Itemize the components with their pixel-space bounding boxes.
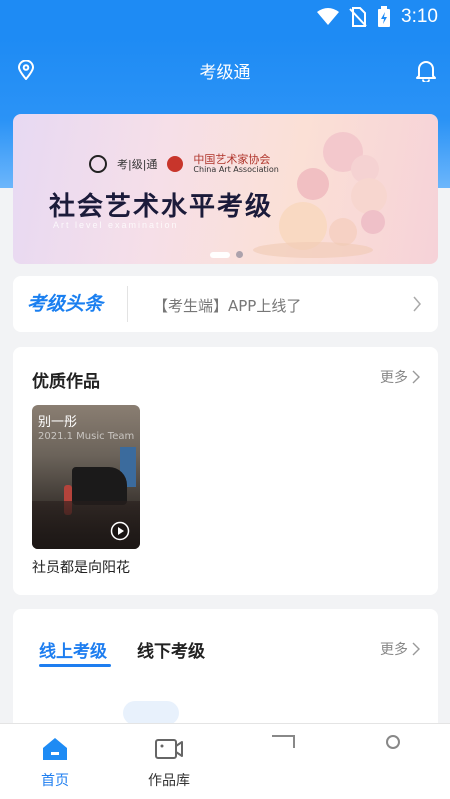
banner-logo-right: 中国艺术家协会 China Art Association bbox=[193, 153, 279, 175]
work-overlay-title: 别一彤 bbox=[38, 415, 78, 430]
banner-subtitle: Art level examination bbox=[53, 220, 179, 230]
user-icon bbox=[386, 735, 400, 749]
news-brand: 考级头条 bbox=[27, 293, 104, 315]
tab-profile[interactable] bbox=[348, 734, 438, 758]
chevron-right-icon bbox=[413, 296, 421, 312]
battery-charging-icon bbox=[378, 6, 391, 27]
status-icons: 3:10 bbox=[317, 6, 438, 28]
active-tab-indicator bbox=[39, 664, 111, 667]
tab-home[interactable]: 首页 bbox=[10, 736, 100, 790]
page-title: 考级通 bbox=[199, 63, 251, 83]
home-icon bbox=[43, 738, 67, 760]
news-ticker[interactable]: 考级头条 【考生端】APP上线了 bbox=[13, 276, 438, 332]
piano-shape bbox=[72, 467, 127, 505]
more-label: 更多 bbox=[380, 642, 408, 658]
carousel-dot-active bbox=[210, 251, 230, 258]
tab-label: 作品库 bbox=[148, 773, 190, 789]
work-caption[interactable]: 社员都是向阳花 bbox=[32, 557, 130, 577]
carousel-dot bbox=[236, 251, 243, 258]
association-logo-icon bbox=[167, 156, 184, 173]
tab-offline-exam[interactable]: 线下考级 bbox=[137, 637, 205, 662]
bell-icon[interactable] bbox=[416, 60, 436, 82]
status-time: 3:10 bbox=[401, 6, 438, 27]
banner-logos: 考|级|通 中国艺术家协会 China Art Association bbox=[89, 153, 279, 175]
chevron-right-icon bbox=[412, 370, 420, 384]
tab-label: 首页 bbox=[41, 773, 69, 789]
banner-logo-left-text: 考|级|通 bbox=[117, 158, 158, 172]
carousel-indicator bbox=[210, 251, 243, 258]
more-link[interactable]: 更多 bbox=[380, 639, 420, 659]
divider bbox=[127, 286, 128, 322]
no-sim-icon bbox=[349, 7, 367, 27]
kaojitong-logo-icon bbox=[89, 155, 107, 174]
tab-partial[interactable] bbox=[238, 734, 328, 754]
tab-works-library[interactable]: 作品库 bbox=[124, 736, 214, 790]
partial-tab-icon bbox=[272, 735, 295, 748]
banner-carousel[interactable]: 考|级|通 中国艺术家协会 China Art Association 社会艺术… bbox=[13, 114, 438, 264]
status-bar: 3:10 bbox=[0, 0, 450, 38]
bottom-tab-bar: 首页 作品库 bbox=[0, 723, 450, 799]
more-link[interactable]: 更多 bbox=[380, 367, 420, 387]
news-headline[interactable]: 【考生端】APP上线了 bbox=[153, 295, 301, 316]
work-thumbnail[interactable]: 别一彤 2021.1 Music Team bbox=[32, 405, 140, 549]
wifi-icon bbox=[317, 8, 340, 25]
quality-works-section: 优质作品 更多 别一彤 2021.1 Music Team 社员都是向阳花 bbox=[13, 347, 438, 595]
play-icon[interactable] bbox=[110, 521, 130, 541]
empty-state-cloud-illustration bbox=[123, 701, 179, 725]
video-library-icon bbox=[155, 739, 183, 759]
banner-logo-right-sub: China Art Association bbox=[193, 165, 279, 175]
banner-title: 社会艺术水平考级 bbox=[49, 192, 274, 222]
section-title: 优质作品 bbox=[32, 372, 100, 392]
tab-online-exam[interactable]: 线上考级 bbox=[39, 637, 107, 662]
more-label: 更多 bbox=[380, 370, 408, 386]
work-overlay-date: 2021.1 Music Team bbox=[38, 431, 135, 442]
chevron-right-icon bbox=[412, 642, 420, 656]
